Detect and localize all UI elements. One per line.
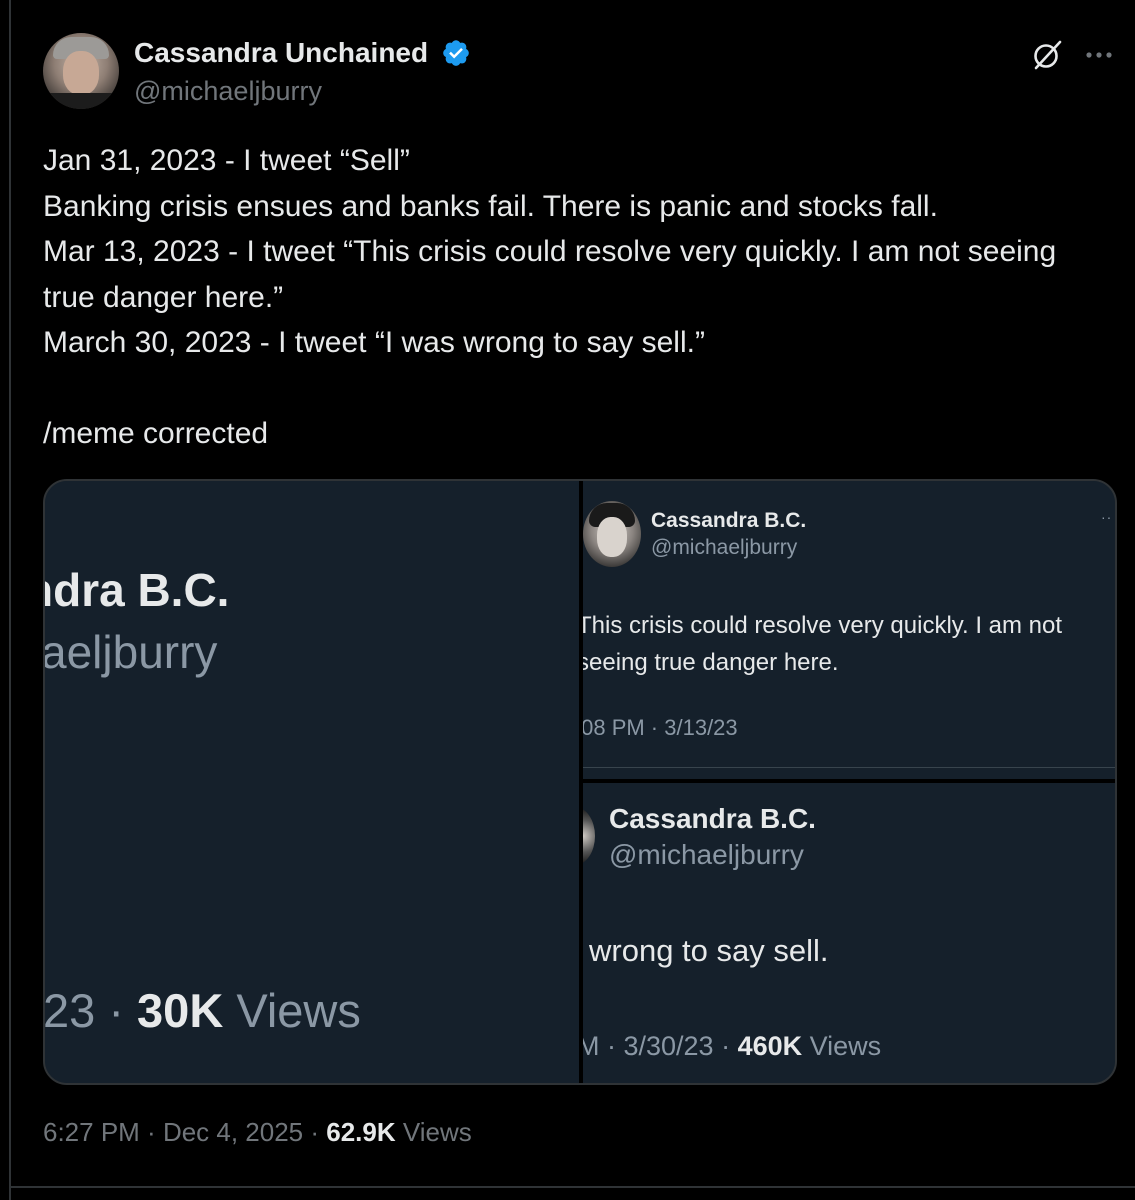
tweet: Cassandra Unchained @michaeljburry Jan 3…: [0, 0, 1135, 1200]
embedded-author-handle: @michaeljburry: [609, 839, 804, 870]
avatar[interactable]: [43, 33, 119, 109]
embedded-author-name: Cassandra B.C.: [609, 803, 816, 834]
author-name[interactable]: Cassandra Unchained: [134, 37, 428, 69]
screenshot-right-top: Cassandra B.C. @michaeljburry ·· This cr…: [583, 481, 1115, 779]
embedded-meta: 23 · 30K Views: [45, 984, 361, 1037]
verified-badge-icon: [443, 40, 469, 66]
embedded-more-icon: ··: [1101, 509, 1113, 525]
embedded-meta: :08 PM · 3/13/23: [583, 715, 738, 740]
embedded-views-count: 460K: [737, 1031, 803, 1061]
more-icon[interactable]: [1084, 50, 1114, 60]
embedded-tweet-text: wrong to say sell.: [589, 933, 829, 968]
tweet-time[interactable]: 6:27 PM: [43, 1117, 140, 1147]
views-label: Views: [395, 1117, 472, 1147]
embedded-tweet-text: This crisis could resolve very quickly. …: [583, 612, 1063, 676]
screenshot-right-bottom: Cassandra B.C. @michaeljburry wrong to s…: [583, 783, 1115, 1083]
tweet-text: Jan 31, 2023 - I tweet “Sell” Banking cr…: [43, 144, 1057, 450]
tweet-divider: [9, 1186, 1135, 1188]
timeline-border-left: [9, 0, 11, 1200]
embedded-author-handle: @michaeljburry: [651, 536, 798, 559]
tweet-date[interactable]: Dec 4, 2025: [163, 1117, 303, 1147]
embedded-author-handle: aeljburry: [45, 626, 218, 678]
embedded-divider: [583, 767, 1115, 768]
screenshot-left-panel: ndra B.C. aeljburry 23 · 30K Views: [45, 481, 579, 1083]
tweet-image[interactable]: ndra B.C. aeljburry 23 · 30K Views Cassa…: [43, 479, 1117, 1085]
embedded-meta: M · 3/30/23 · 460K Views: [583, 1031, 882, 1061]
embedded-author-name: ndra B.C.: [45, 564, 230, 616]
tweet-meta: 6:27 PM · Dec 4, 2025 · 62.9K Views: [43, 1117, 472, 1147]
embedded-author-name: Cassandra B.C.: [651, 509, 807, 532]
author-handle[interactable]: @michaeljburry: [134, 76, 322, 107]
embedded-avatar: [583, 807, 595, 865]
views-count[interactable]: 62.9K: [326, 1117, 395, 1147]
embedded-views-count: 30K: [137, 984, 224, 1037]
grok-icon[interactable]: [1030, 38, 1064, 72]
embedded-avatar: [583, 501, 641, 567]
